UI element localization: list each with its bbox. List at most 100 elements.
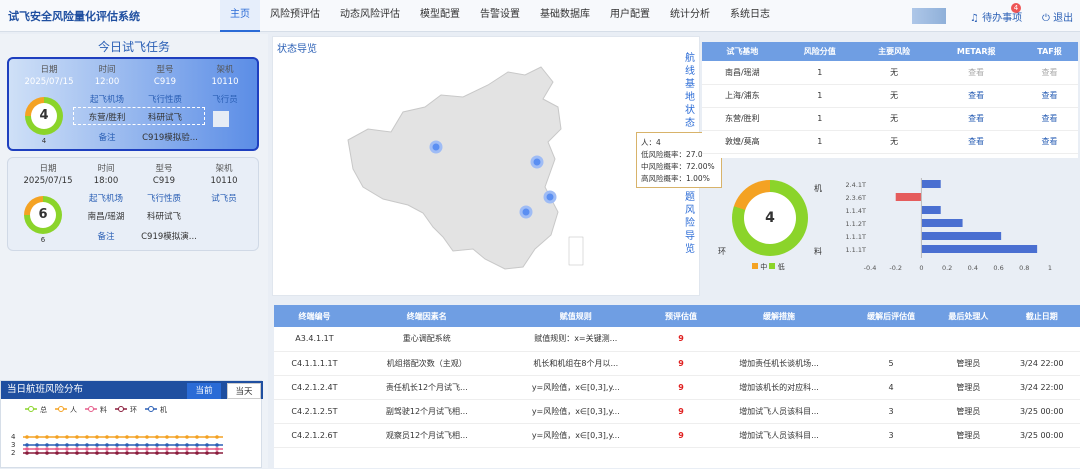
map-point-dongying[interactable] <box>530 155 544 169</box>
nav-item-2[interactable]: 动态风险评估 <box>330 0 410 32</box>
issue-cell: 机长和机组在8个月以... <box>498 351 653 376</box>
legend-mid-swatch <box>752 263 758 269</box>
risk-point <box>175 451 179 455</box>
task-card-1[interactable]: 日期 时间 型号 架机 2025/07/15 18:00 C919 10110 6 6 起飞机场 飞行… <box>7 157 259 251</box>
issue-row[interactable]: A3.4.1.1T 重心调配系统 赋值规则：x=关键测... 9 <box>274 327 1080 352</box>
donut-legend: 中 低 <box>752 262 785 272</box>
risk-point <box>105 435 109 439</box>
logout-button[interactable]: ⏻ 退出 <box>1042 9 1073 24</box>
view-link[interactable]: 查看 <box>1021 61 1078 85</box>
issue-header: 截止日期 <box>1003 305 1080 327</box>
card-value: 18:00 <box>93 176 119 186</box>
risk-point <box>215 443 219 447</box>
risk-point <box>195 435 199 439</box>
issue-cell: 3 <box>848 399 934 424</box>
issue-header: 最后处理人 <box>933 305 1004 327</box>
issue-cell: C4.2.1.2.4T <box>274 375 355 400</box>
card-detail: 科研试飞 <box>146 212 181 222</box>
bar-label: 1.1.1T <box>845 246 866 254</box>
view-link[interactable]: 查看 <box>1021 107 1078 131</box>
issue-cell: C4.2.1.2.5T <box>274 399 355 424</box>
view-link[interactable]: 查看 <box>1021 130 1078 154</box>
issue-row[interactable]: C4.2.1.2.4T 责任机长12个月试飞... y=风险值，x∈[0,3],y.… <box>274 375 1080 400</box>
table-cell: 无 <box>856 61 932 85</box>
issue-cell: 机组搭配次数（主观） <box>354 351 499 376</box>
risk-point <box>155 435 159 439</box>
card-value: C919 <box>153 77 177 87</box>
issue-row[interactable]: C4.2.1.2.5T 副驾驶12个月试飞相... y=风险值，x∈[0,3],y.… <box>274 399 1080 424</box>
card-value: 12:00 <box>94 77 120 87</box>
nav-item-4[interactable]: 告警设置 <box>470 0 530 32</box>
btn-today[interactable]: 当天 <box>227 383 261 399</box>
issue-cell: A3.4.1.1T <box>274 327 355 352</box>
table-cell: 1 <box>782 61 857 85</box>
task-card-0[interactable]: 日期 时间 型号 架机 2025/07/15 12:00 C919 10110 4 4 起飞机场 飞行… <box>7 57 259 151</box>
map-point-shanghai[interactable] <box>543 190 557 204</box>
card-header: 时间 <box>97 164 115 174</box>
nav-item-5[interactable]: 基础数据库 <box>530 0 600 32</box>
view-link[interactable]: 查看 <box>931 84 1022 108</box>
bar-label: 1.1.2T <box>845 220 866 228</box>
main-nav: 主页 风险预评估 动态风险评估 模型配置 告警设置 基础数据库 用户配置 统计分析 系统日志 <box>220 0 780 32</box>
todo-label: 待办事项 <box>982 13 1023 24</box>
avatar[interactable] <box>912 8 946 24</box>
view-link[interactable]: 查看 <box>931 61 1022 85</box>
issue-cell: 9 <box>652 327 710 352</box>
table-cell: 南昌/瑶湖 <box>702 61 783 85</box>
view-link[interactable]: 查看 <box>931 107 1022 131</box>
view-link[interactable]: 查看 <box>931 130 1022 154</box>
nav-item-1[interactable]: 风险预评估 <box>260 0 330 32</box>
remark-label: 备注 <box>98 133 116 143</box>
risk-point <box>25 447 29 451</box>
view-link[interactable]: 查看 <box>1021 84 1078 108</box>
risk-point <box>115 451 119 455</box>
issue-cell: 管理员 <box>933 423 1004 448</box>
tooltip-line: 中风险概率：72.00% <box>641 162 715 171</box>
table-header: 风险分值 <box>782 42 857 61</box>
map-point-nanchang[interactable] <box>519 205 533 219</box>
risk-point <box>95 443 99 447</box>
risk-point <box>55 451 59 455</box>
card-label: 飞行员 <box>212 95 238 105</box>
risk-point <box>35 451 39 455</box>
bar <box>921 219 963 227</box>
risk-point <box>45 451 49 455</box>
risk-point <box>205 447 209 451</box>
btn-current[interactable]: 当前 <box>187 383 221 399</box>
base-status-vertical-title: 航线基地状态 <box>685 53 695 129</box>
donut-label-environment: 环 <box>718 247 726 256</box>
bell-icon: ♫ <box>970 13 979 24</box>
issue-header: 终端编号 <box>274 305 355 327</box>
map-point-dunhuang[interactable] <box>429 140 443 154</box>
nav-item-7[interactable]: 统计分析 <box>660 0 720 32</box>
nav-item-6[interactable]: 用户配置 <box>600 0 660 32</box>
nav-item-3[interactable]: 模型配置 <box>410 0 470 32</box>
issue-cell: 增加责任机长谈机场... <box>709 351 849 376</box>
risk-point <box>175 435 179 439</box>
nav-item-8[interactable]: 系统日志 <box>720 0 780 32</box>
issue-cell: C4.2.1.2.6T <box>274 423 355 448</box>
risk-point <box>65 435 69 439</box>
logout-label: 退出 <box>1053 13 1074 24</box>
issue-cell: 9 <box>652 351 710 376</box>
risk-point <box>125 447 129 451</box>
risk-line-chart: 总 人 料 环 机 432 <box>11 405 223 457</box>
issue-row[interactable]: C4.2.1.2.6T 观察员12个月试飞相... y=风险值，x∈[0,3],y.… <box>274 423 1080 448</box>
risk-point <box>35 435 39 439</box>
issue-row[interactable]: C4.1.1.1.1T 机组搭配次数（主观） 机长和机组在8个月以... 9 增加责任机… <box>274 351 1080 376</box>
x-tick: 0.8 <box>1019 264 1029 272</box>
risk-distribution-title: 当日航班风险分布 <box>1 381 263 399</box>
risk-point <box>185 451 189 455</box>
table-cell: 无 <box>856 84 932 108</box>
risk-point <box>75 435 79 439</box>
risk-point <box>95 447 99 451</box>
risk-point <box>115 443 119 447</box>
issue-cell: 3/25 00:00 <box>1003 423 1080 448</box>
table-cell: 上海/浦东 <box>702 84 783 108</box>
donut-label-material: 料 <box>814 247 822 256</box>
issue-cell <box>848 327 934 352</box>
risk-point <box>125 451 129 455</box>
nav-item-0[interactable]: 主页 <box>220 0 260 32</box>
risk-point <box>65 447 69 451</box>
power-icon: ⏻ <box>1042 13 1050 24</box>
